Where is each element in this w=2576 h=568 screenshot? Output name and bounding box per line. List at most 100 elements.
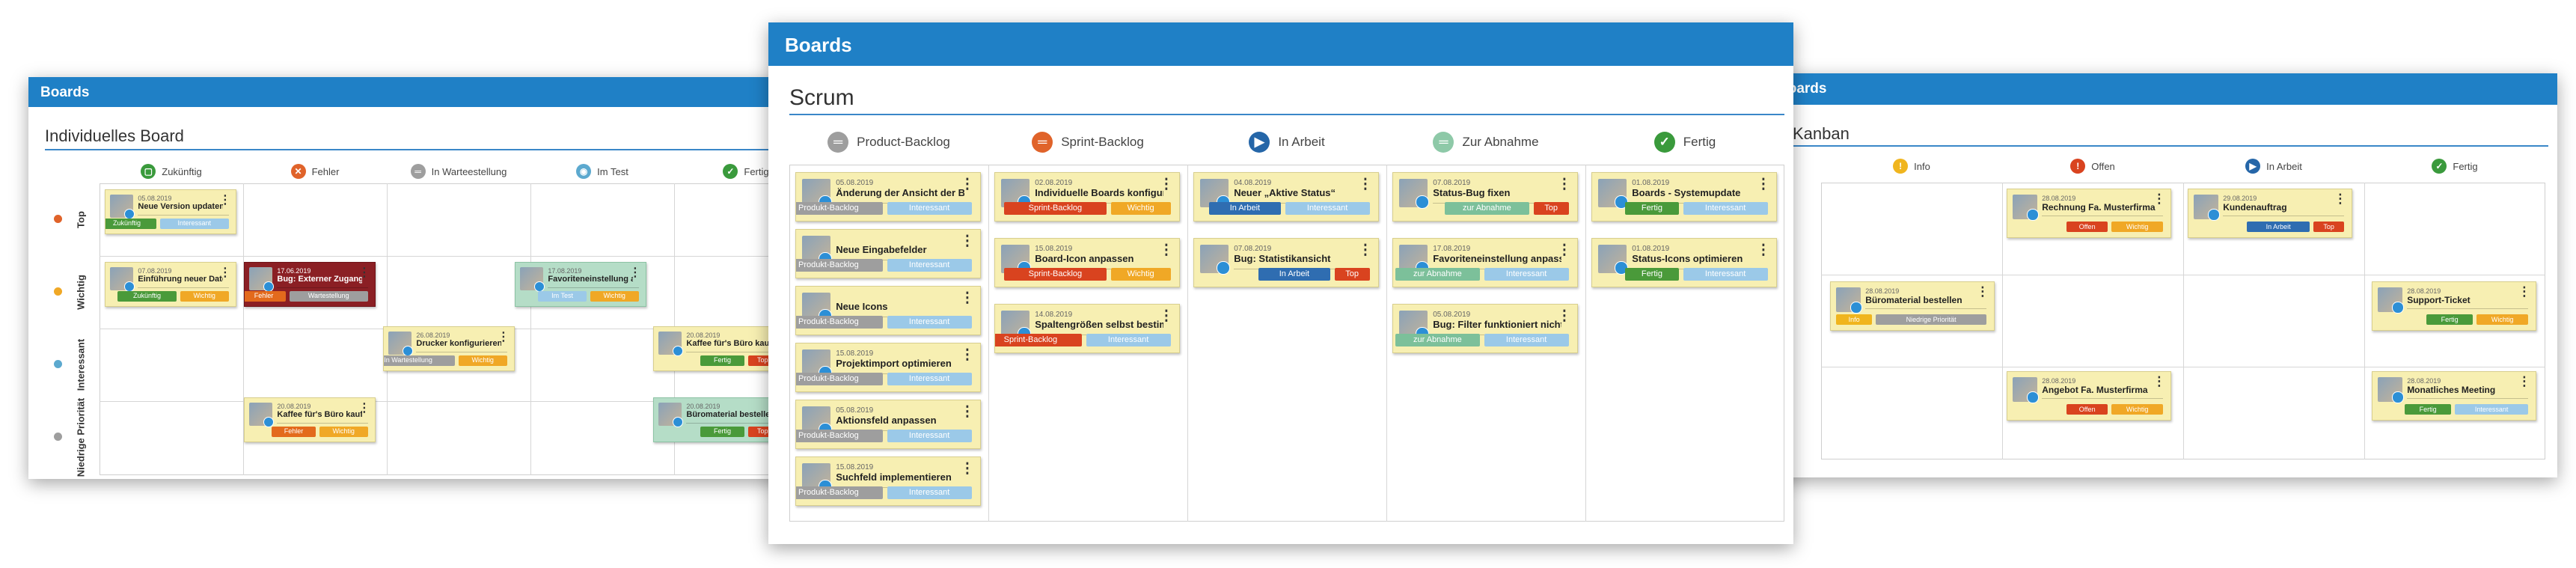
task-card[interactable]: 20.08.2019Kaffee für's Büro kaufen⋮TopFe… [653, 326, 785, 371]
task-card[interactable]: 04.08.2019 Neuer „Aktive Status“ ⋮ Interess… [1193, 172, 1379, 222]
task-card[interactable]: 28.08.2019 Monatliches Meeting ⋮ Interessan… [2372, 371, 2536, 421]
card-title: Board-Icon anpassen [1035, 253, 1134, 264]
status-tag: Info [1836, 314, 1873, 326]
task-card[interactable]: 14.08.2019Spaltengrößen selbst bestimmen… [994, 304, 1180, 353]
more-vert-icon[interactable]: ⋮ [358, 400, 370, 415]
column-label: Fertig [2453, 160, 2478, 172]
card-date: 28.08.2019 [2407, 287, 2441, 295]
task-card[interactable]: 05.08.2019Änderung der Ansicht der Board… [795, 172, 981, 222]
column-header[interactable]: ═ Sprint-Backlog [988, 130, 1187, 154]
column-header[interactable]: ! Info [1821, 157, 2002, 175]
card-title: Kaffee für's Büro kaufen [686, 338, 771, 348]
more-vert-icon[interactable]: ⋮ [498, 329, 510, 344]
more-vert-icon[interactable]: ⋮ [960, 346, 974, 364]
more-vert-icon[interactable]: ⋮ [960, 176, 974, 193]
status-tag: Produkt-Backlog [796, 430, 883, 443]
task-card[interactable]: 28.08.2019 Rechnung Fa. Musterfirma ⋮ Wicht… [2007, 189, 2171, 238]
more-vert-icon[interactable]: ⋮ [1557, 308, 1571, 325]
more-vert-icon[interactable]: ⋮ [1159, 176, 1173, 193]
column-header[interactable]: ✓ Fertig [2364, 157, 2545, 175]
column-label: In Arbeit [1278, 135, 1325, 149]
page-title: Scrum [789, 85, 854, 110]
more-vert-icon[interactable]: ⋮ [1159, 242, 1173, 259]
app-titlebar: Boards [1766, 73, 2557, 105]
task-card[interactable]: 15.08.2019 Board-Icon anpassen ⋮ Wichtig Spr… [994, 238, 1180, 287]
priority-icon [54, 287, 62, 296]
task-card[interactable]: 17.08.2019Favoriteneinstellung anpassen⋮… [515, 262, 646, 307]
task-card[interactable]: 05.08.2019 Neue Version updaten ⋮ Interessa… [105, 189, 236, 234]
task-card[interactable]: 07.08.2019 Status-Bug fixen ⋮ Top zur Abnahm… [1392, 172, 1578, 222]
task-card[interactable]: 02.08.2019Individuelle Boards konfigurie… [994, 172, 1180, 222]
task-card[interactable]: 01.08.2019 Status-Icons optimieren ⋮ Intere… [1591, 238, 1777, 287]
task-card[interactable]: Neue Eingabefelder ⋮ Interessant Produkt-Ba… [795, 229, 981, 278]
more-vert-icon[interactable]: ⋮ [1159, 308, 1173, 325]
more-vert-icon[interactable]: ⋮ [1358, 176, 1372, 193]
task-card[interactable]: 17.06.2019 Bug: Externer Zugang ⋮ Wartestel… [244, 262, 376, 307]
more-vert-icon[interactable]: ⋮ [629, 265, 641, 280]
more-vert-icon[interactable]: ⋮ [1976, 284, 1989, 299]
column-label: Im Test [597, 165, 628, 177]
card-title: Kaffee für's Büro kaufen [277, 409, 362, 419]
card-title: Support-Ticket [2407, 294, 2471, 305]
task-card[interactable]: 29.08.2019 Kundenauftrag ⋮ Top In Arbeit [2188, 189, 2352, 238]
more-vert-icon[interactable]: ⋮ [1756, 242, 1770, 259]
scrum-window: Boards Scrum ═ Product-Backlog ═ Sprint-Bac… [768, 22, 1793, 544]
task-card[interactable]: 20.08.2019Büromaterial bestellen⋮TopFert… [653, 397, 785, 442]
more-vert-icon[interactable]: ⋮ [2334, 192, 2346, 207]
column-header[interactable]: ▶ In Arbeit [1187, 130, 1386, 154]
task-card[interactable]: 07.08.2019 Bug: Statistikansicht ⋮ Top In Ar… [1193, 238, 1379, 287]
more-vert-icon[interactable]: ⋮ [2518, 284, 2530, 299]
column-label: Fertig [744, 165, 769, 177]
task-card[interactable]: 28.08.2019 Angebot Fa. Musterfirma ⋮ Wichti… [2007, 371, 2171, 421]
kanban-window: Boards Kanban ! Info! Offen ▶ In Arbeit ✓ Fert… [1766, 73, 2557, 477]
task-card[interactable]: 28.08.2019 Büromaterial bestellen ⋮ Niedrig… [1830, 281, 1995, 331]
more-vert-icon[interactable]: ⋮ [960, 460, 974, 477]
column-header[interactable]: ! Offen [2002, 157, 2183, 175]
status-tag: Interessant [887, 202, 972, 216]
column-header[interactable]: ═ Zur Abnahme [1386, 130, 1585, 154]
more-vert-icon[interactable]: ⋮ [1358, 242, 1372, 259]
task-card[interactable]: 01.08.2019 Boards - Systemupdate ⋮ Interess… [1591, 172, 1777, 222]
column-header[interactable]: ▶ In Arbeit [2183, 157, 2364, 175]
status-tag: Interessant [1683, 268, 1768, 281]
task-card[interactable]: 28.08.2019 Support-Ticket ⋮ Wichtig Fertig [2372, 281, 2536, 331]
task-card[interactable]: 07.08.2019Einführung neuer Datenfelder⋮W… [105, 262, 236, 307]
more-vert-icon[interactable]: ⋮ [960, 403, 974, 421]
status-tag: Im Test [538, 290, 587, 302]
status-tag: Fertig [700, 355, 745, 366]
card-divider [277, 422, 368, 424]
task-card[interactable]: 05.08.2019 Bug: Filter funktioniert nicht… [1392, 304, 1578, 353]
task-card[interactable]: 20.08.2019Kaffee für's Büro kaufen⋮Wicht… [244, 397, 376, 442]
column-header[interactable]: ═ In Warteestellung [387, 162, 530, 180]
more-vert-icon[interactable]: ⋮ [960, 290, 974, 307]
status-tag: Offen [2066, 221, 2108, 233]
more-vert-icon[interactable]: ⋮ [2518, 374, 2530, 389]
app-titlebar: Boards [768, 22, 1793, 66]
task-card[interactable]: 17.08.2019Favoriteneinstellung anpassen⋮… [1392, 238, 1578, 287]
status-tag: Wartestellung [289, 290, 368, 302]
more-vert-icon[interactable]: ⋮ [358, 265, 370, 280]
column-label: Info [1914, 160, 1930, 172]
card-date: 15.08.2019 [1035, 244, 1073, 253]
avatar [2377, 376, 2404, 403]
column-header[interactable]: ◉ Im Test [530, 162, 674, 180]
column-header[interactable]: ═ Product-Backlog [789, 130, 988, 154]
task-card[interactable]: Neue Icons ⋮ Interessant Produkt-Backlog [795, 286, 981, 335]
more-vert-icon[interactable]: ⋮ [1557, 176, 1571, 193]
task-card[interactable]: 26.08.2019 Drucker konfigurieren ⋮ Wichtig I… [383, 326, 515, 371]
more-vert-icon[interactable]: ⋮ [2153, 192, 2165, 207]
more-vert-icon[interactable]: ⋮ [219, 265, 231, 280]
column-header[interactable]: ▢ Zukünftig [100, 162, 243, 180]
task-card[interactable]: 05.08.2019 Aktionsfeld anpassen ⋮ Interessa… [795, 400, 981, 449]
more-vert-icon[interactable]: ⋮ [960, 233, 974, 250]
more-vert-icon[interactable]: ⋮ [2153, 374, 2165, 389]
avatar [1597, 178, 1628, 209]
task-card[interactable]: 15.08.2019 Projektimport optimieren ⋮ Inter… [795, 343, 981, 392]
grid-divider [1386, 165, 1387, 522]
column-header[interactable]: ✓ Fertig [1585, 130, 1784, 154]
task-card[interactable]: 15.08.2019 Suchfeld implementieren ⋮ Intere… [795, 456, 981, 506]
more-vert-icon[interactable]: ⋮ [1756, 176, 1770, 193]
more-vert-icon[interactable]: ⋮ [1557, 242, 1571, 259]
column-header[interactable]: ✕ Fehler [243, 162, 387, 180]
more-vert-icon[interactable]: ⋮ [219, 192, 231, 207]
